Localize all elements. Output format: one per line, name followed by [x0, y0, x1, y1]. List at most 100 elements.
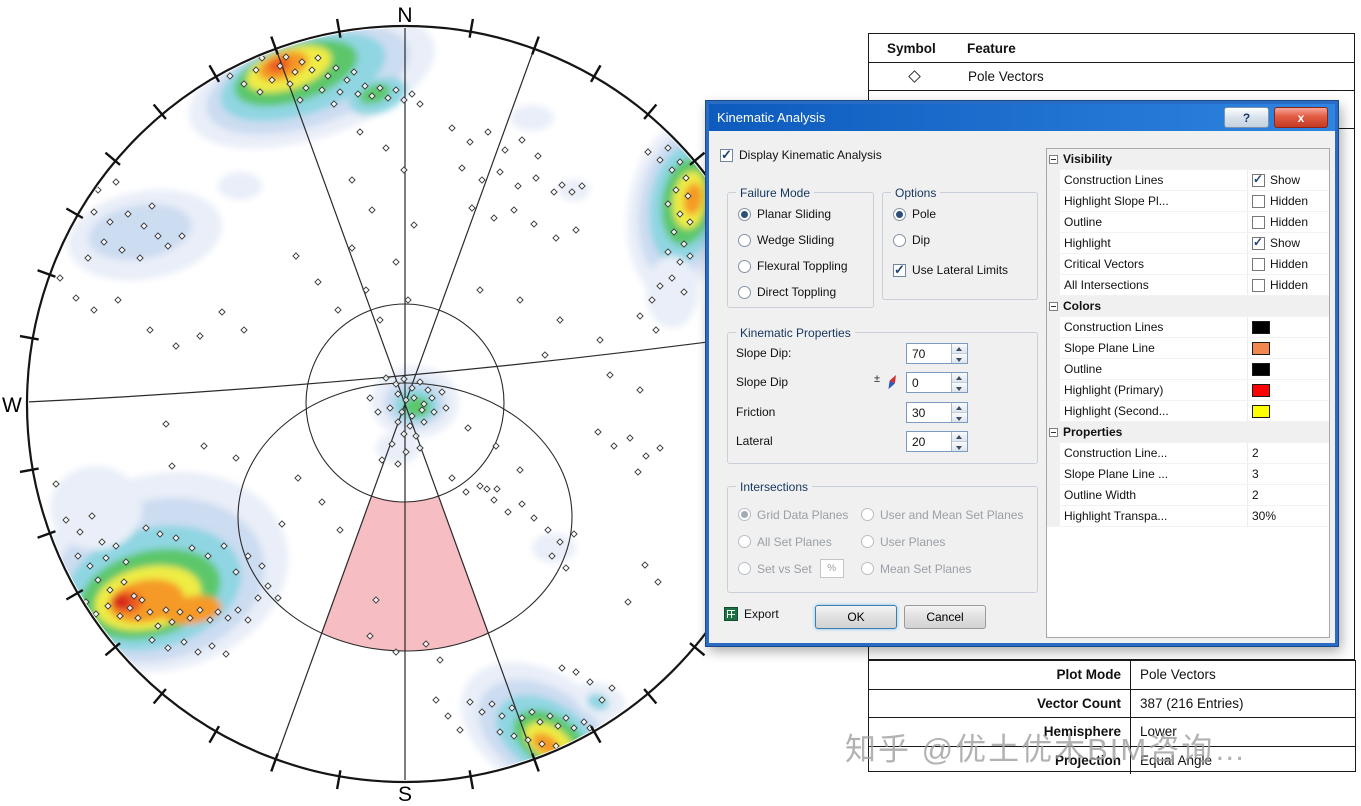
grid-row-all-intersections[interactable]: All Intersections Hidden [1047, 275, 1329, 296]
spin-down-icon[interactable] [952, 413, 967, 422]
radio-dip[interactable]: Dip [883, 227, 1037, 253]
spin-arrows [951, 432, 967, 451]
grid-row-highlight-transpa[interactable]: Highlight Transpa... 30% [1047, 506, 1329, 527]
slope-dip-input[interactable]: 0 [906, 372, 968, 393]
slope-dip-input[interactable]: 70 [906, 343, 968, 364]
grid-row-label: Slope Plane Line [1060, 338, 1248, 358]
spin-down-icon[interactable] [952, 442, 967, 451]
intersections-group: Intersections Grid Data Planes All Set Pl… [727, 480, 1038, 593]
grid-gutter [1047, 401, 1060, 421]
spin-value[interactable]: 0 [907, 373, 951, 392]
spin-value[interactable]: 20 [907, 432, 951, 451]
spin-down-icon[interactable] [952, 383, 967, 392]
friction-input[interactable]: 30 [906, 402, 968, 423]
grid-row-highlight-primary[interactable]: Highlight (Primary) [1047, 380, 1329, 401]
watermark-text: 知乎 @优土优木BIM咨询… [845, 732, 1248, 767]
grid-row-highlight-second[interactable]: Highlight (Second... [1047, 401, 1329, 422]
grid-row-highlight-slope-pl[interactable]: Highlight Slope Pl... Hidden [1047, 191, 1329, 212]
grid-row-outline[interactable]: Outline Hidden [1047, 212, 1329, 233]
grid-gutter [1047, 212, 1060, 232]
grid-row-label: Construction Lines [1060, 317, 1248, 337]
grid-value-text[interactable]: 3 [1252, 467, 1259, 481]
use-lateral-limits-label: Use Lateral Limits [912, 263, 1009, 277]
radio-pole[interactable]: Pole [883, 201, 1037, 227]
color-swatch[interactable] [1252, 341, 1270, 355]
collapse-icon[interactable] [1049, 427, 1058, 437]
grid-category-colors[interactable]: Colors [1047, 296, 1329, 317]
grid-checkbox[interactable] [1252, 257, 1265, 271]
radio-label: All Set Planes [757, 534, 832, 549]
radio-flexural-toppling[interactable]: Flexural Toppling [728, 253, 873, 279]
spin-up-icon[interactable] [952, 432, 967, 442]
collapse-icon[interactable] [1049, 301, 1058, 311]
radio-icon [738, 259, 751, 273]
grid-row-slope-plane-line[interactable]: Slope Plane Line ... 3 [1047, 464, 1329, 485]
grid-checkbox[interactable] [1252, 235, 1265, 250]
dialog-titlebar[interactable]: Kinematic Analysis ? x [709, 104, 1335, 131]
grid-value-text[interactable]: 30% [1252, 509, 1276, 523]
grid-row-critical-vectors[interactable]: Critical Vectors Hidden [1047, 254, 1329, 275]
application-window: N W S E Symbol Feature Pole Vectors Plot… [0, 0, 1361, 806]
grid-category-visibility[interactable]: Visibility [1047, 149, 1329, 170]
radio-label: User Planes [880, 534, 946, 549]
radio-wedge-sliding[interactable]: Wedge Sliding [728, 227, 873, 253]
radio-icon [893, 207, 906, 221]
spin-up-icon[interactable] [952, 373, 967, 383]
grid-gutter [1047, 464, 1060, 484]
export-button[interactable]: Export [724, 607, 779, 621]
grid-checkbox[interactable] [1252, 172, 1265, 187]
radio-direct-toppling[interactable]: Direct Toppling [728, 279, 873, 305]
grid-row-highlight[interactable]: Highlight Show [1047, 233, 1329, 254]
color-swatch[interactable] [1252, 362, 1270, 376]
dip-direction-icon[interactable] [882, 372, 902, 394]
spin-up-icon[interactable] [952, 344, 967, 354]
radio-icon [738, 535, 751, 548]
lateral-input[interactable]: 20 [906, 431, 968, 452]
color-swatch[interactable] [1252, 404, 1270, 418]
grid-row-slope-plane-line[interactable]: Slope Plane Line [1047, 338, 1329, 359]
grid-row-label: Outline [1060, 359, 1248, 379]
spin-up-icon[interactable] [952, 403, 967, 413]
kinematic-properties-group: Kinematic Properties Slope Dip: 70 Slope D… [727, 326, 1038, 464]
intersections-group-label: Intersections [736, 480, 813, 494]
radio-planar-sliding[interactable]: Planar Sliding [728, 201, 873, 227]
grid-row-outline[interactable]: Outline [1047, 359, 1329, 380]
grid-row-value [1248, 383, 1329, 397]
grid-row-outline-width[interactable]: Outline Width 2 [1047, 485, 1329, 506]
grid-checkbox[interactable] [1252, 215, 1265, 229]
contour-blob [646, 256, 698, 328]
grid-value-text[interactable]: 2 [1252, 488, 1259, 502]
color-swatch[interactable] [1252, 383, 1270, 397]
grid-row-label: Construction Line... [1060, 443, 1248, 463]
contour-blob [50, 466, 142, 550]
grid-value-text[interactable]: 2 [1252, 446, 1259, 460]
grid-checkbox[interactable] [1252, 194, 1265, 208]
color-swatch[interactable] [1252, 320, 1270, 334]
radio-user-and-mean-set-planes: User and Mean Set Planes [861, 501, 1037, 528]
grid-row-value: Hidden [1248, 278, 1329, 292]
spin-value[interactable]: 70 [907, 344, 951, 363]
grid-row-construction-lines[interactable]: Construction Lines Show [1047, 170, 1329, 191]
grid-category-title: Visibility [1063, 152, 1113, 166]
grid-row-construction-lines[interactable]: Construction Lines [1047, 317, 1329, 338]
grid-row-value [1248, 320, 1329, 334]
grid-category-properties[interactable]: Properties [1047, 422, 1329, 443]
help-button[interactable]: ? [1224, 107, 1269, 128]
radio-icon [861, 562, 874, 575]
grid-row-label: Highlight (Primary) [1060, 380, 1248, 400]
legend-feature-header: Feature [967, 40, 1016, 56]
close-button[interactable]: x [1274, 107, 1328, 128]
collapse-icon[interactable] [1049, 154, 1058, 164]
grid-row-label: Critical Vectors [1060, 254, 1248, 274]
grid-row-construction-line[interactable]: Construction Line... 2 [1047, 443, 1329, 464]
grid-check-text: Hidden [1270, 215, 1309, 229]
grid-checkbox[interactable] [1252, 278, 1265, 292]
cancel-button[interactable]: Cancel [904, 605, 986, 629]
spin-down-icon[interactable] [952, 354, 967, 363]
grid-row-value: Hidden [1248, 194, 1329, 208]
display-kinematic-checkbox[interactable]: Display Kinematic Analysis [720, 147, 882, 163]
ok-button[interactable]: OK [815, 605, 897, 629]
info-value: Pole Vectors [1140, 667, 1216, 683]
use-lateral-limits-checkbox[interactable]: Use Lateral Limits [893, 262, 1009, 278]
spin-value[interactable]: 30 [907, 403, 951, 422]
